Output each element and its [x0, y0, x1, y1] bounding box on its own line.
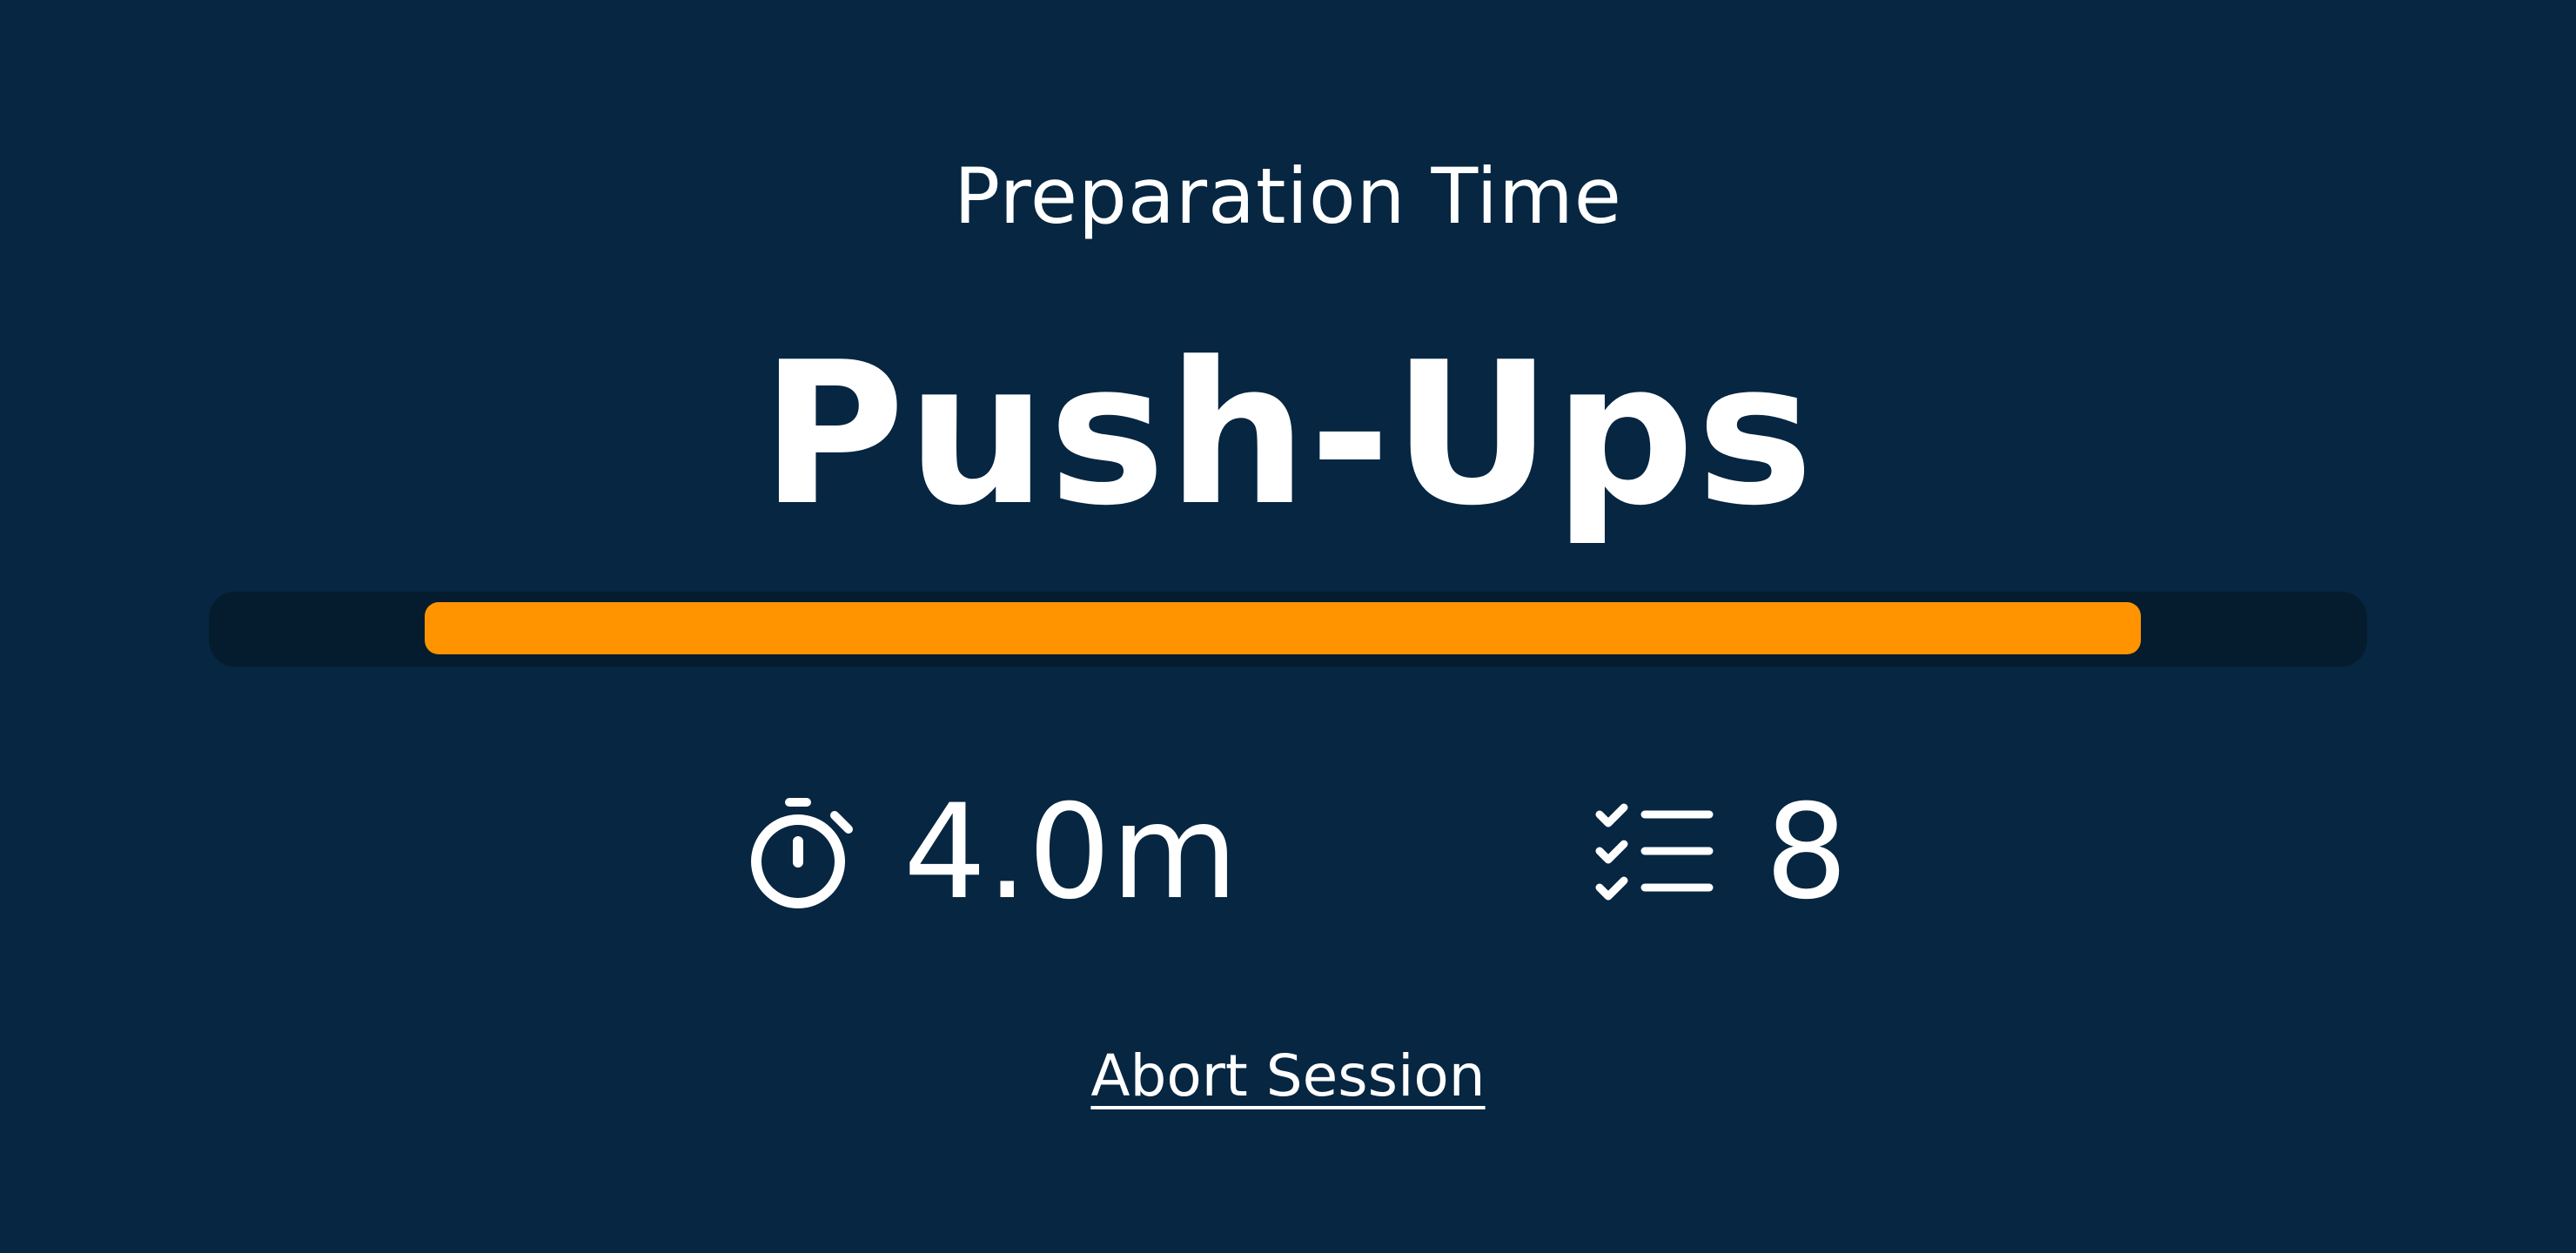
duration-stat: 4.0m [750, 783, 1238, 922]
sets-value: 8 [1765, 777, 1848, 928]
sets-stat: 8 [1594, 783, 1848, 922]
checklist-icon [1594, 801, 1716, 905]
abort-session-button[interactable]: Abort Session [1090, 1042, 1485, 1109]
duration-value: 4.0m [903, 777, 1238, 928]
exercise-name: Push-Ups [761, 320, 1815, 549]
stopwatch-icon [750, 796, 853, 909]
phase-label: Preparation Time [954, 151, 1622, 241]
abort-session-container: Abort Session [0, 1037, 2576, 1116]
progress-fill [425, 602, 2141, 654]
progress-bar [209, 592, 2367, 667]
